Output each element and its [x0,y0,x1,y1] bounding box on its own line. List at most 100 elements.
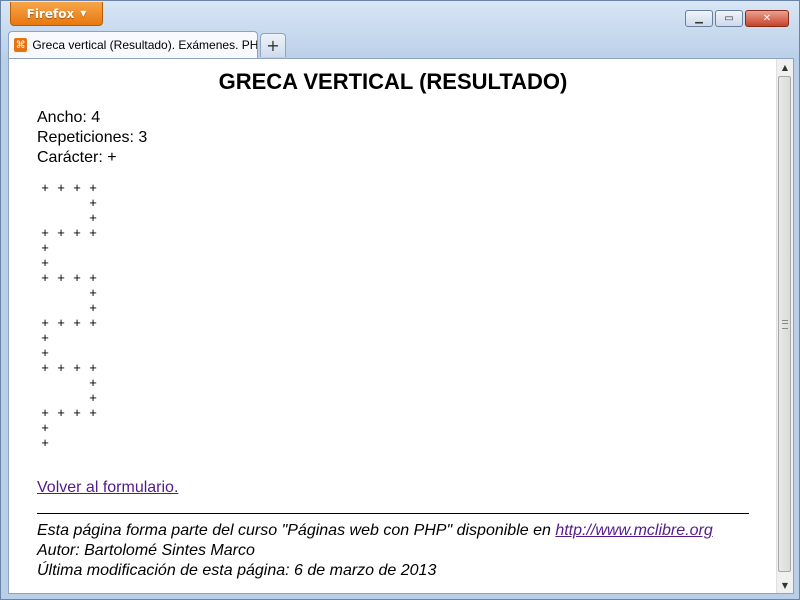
greca-cell: + [73,315,81,330]
greca-row: + [37,285,777,300]
greca-cell [37,375,53,390]
greca-row: + [37,210,777,225]
greca-cell: + [73,225,81,240]
greca-row: + + + + [37,270,777,285]
greca-cell: + [73,180,81,195]
greca-cell [53,300,69,315]
greca-row: + [37,255,777,270]
greca-cell: + [41,405,49,420]
greca-cell [37,210,53,225]
greca-cell: + [41,435,49,450]
greca-row: + [37,390,777,405]
grip-icon [781,319,788,329]
greca-cell: + [89,375,97,390]
footer-divider [37,513,749,514]
greca-cell [37,390,53,405]
greca-cell: + [41,240,49,255]
greca-cell: + [57,315,65,330]
mclibre-link[interactable]: http://www.mclibre.org [555,522,712,539]
page-favicon-icon: ⌘ [14,38,28,52]
greca-cell: + [73,270,81,285]
param-ancho: Ancho: 4 [37,109,101,126]
greca-row: + [37,420,777,435]
parameters-list: Ancho: 4 Repeticiones: 3 Carácter: + [37,108,777,168]
caret-down-icon: ▼ [80,9,87,18]
greca-cell: + [89,225,97,240]
greca-cell [37,195,53,210]
param-repeticiones: Repeticiones: 3 [37,129,148,146]
greca-row: + + + + [37,225,777,240]
footer-author: Autor: Bartolomé Sintes Marco [37,542,255,559]
window-controls: ▁ ▭ ✕ [685,10,789,27]
greca-row: + + + + [37,180,777,195]
greca-cell: + [89,270,97,285]
page-content: GRECA VERTICAL (RESULTADO) Ancho: 4 Repe… [9,59,777,593]
greca-cell: + [41,225,49,240]
greca-cell: + [89,405,97,420]
page-viewport: GRECA VERTICAL (RESULTADO) Ancho: 4 Repe… [8,58,794,594]
greca-cell [37,300,53,315]
greca-row: + + + + [37,405,777,420]
firefox-menu-label: Firefox [26,6,75,21]
close-icon: ✕ [762,13,772,24]
scrollbar-thumb[interactable] [778,76,791,572]
greca-cell: + [57,270,65,285]
page-footer: Esta página forma parte del curso "Págin… [37,521,777,581]
greca-cell [69,285,85,300]
back-to-form-link[interactable]: Volver al formulario. [37,479,777,497]
param-caracter: Carácter: + [37,149,117,166]
footer-course-text: Esta página forma parte del curso "Págin… [37,522,556,539]
greca-cell [69,390,85,405]
greca-cell: + [41,270,49,285]
greca-cell: + [41,180,49,195]
greca-row: + [37,345,777,360]
greca-cell: + [89,300,97,315]
greca-cell [69,210,85,225]
greca-cell [53,375,69,390]
tab-strip: ⌘ Greca vertical (Resultado). Exámenes. … [8,31,799,59]
plus-icon: + [266,36,280,55]
greca-cell [53,390,69,405]
greca-cell [37,285,53,300]
greca-cell: + [41,255,49,270]
greca-cell: + [41,360,49,375]
tab-greca-vertical[interactable]: ⌘ Greca vertical (Resultado). Exámenes. … [8,31,258,58]
greca-cell: + [41,345,49,360]
greca-cell: + [89,360,97,375]
scroll-down-arrow-icon[interactable]: ▼ [777,577,793,593]
firefox-menu-button[interactable]: Firefox ▼ [10,2,103,26]
maximize-button[interactable]: ▭ [715,10,743,27]
footer-course-line: Esta página forma parte del curso "Págin… [37,521,777,541]
greca-cell: + [57,180,65,195]
maximize-icon: ▭ [724,13,734,24]
greca-cell: + [89,195,97,210]
footer-last-modified: Última modificación de esta página: 6 de… [37,562,437,579]
greca-cell: + [89,210,97,225]
greca-cell: + [57,405,65,420]
greca-cell: + [57,360,65,375]
close-button[interactable]: ✕ [745,10,789,27]
new-tab-button[interactable]: + [260,33,286,57]
greca-cell [53,195,69,210]
greca-row: + [37,330,777,345]
greca-row: + [37,240,777,255]
greca-cell: + [73,405,81,420]
minimize-button[interactable]: ▁ [685,10,713,27]
scroll-up-arrow-icon[interactable]: ▲ [777,59,793,75]
greca-row: + [37,375,777,390]
greca-row: + [37,435,777,450]
greca-row: + + + + [37,315,777,330]
greca-cell: + [89,315,97,330]
vertical-scrollbar[interactable]: ▲ ▼ [776,59,793,593]
greca-row: + [37,195,777,210]
greca-cell: + [41,420,49,435]
greca-cell [53,285,69,300]
greca-cell: + [41,315,49,330]
greca-cell: + [41,330,49,345]
page-title: GRECA VERTICAL (RESULTADO) [218,69,568,94]
greca-pattern: + + + + + + + + + + + + + + + + + + + + + + + + + + + + + + + + + +… [37,180,777,450]
greca-cell [69,375,85,390]
minimize-icon: ▁ [695,13,703,24]
browser-window: Firefox ▼ ▁ ▭ ✕ ⌘ Greca vertical (Result… [0,0,800,600]
greca-cell: + [89,180,97,195]
